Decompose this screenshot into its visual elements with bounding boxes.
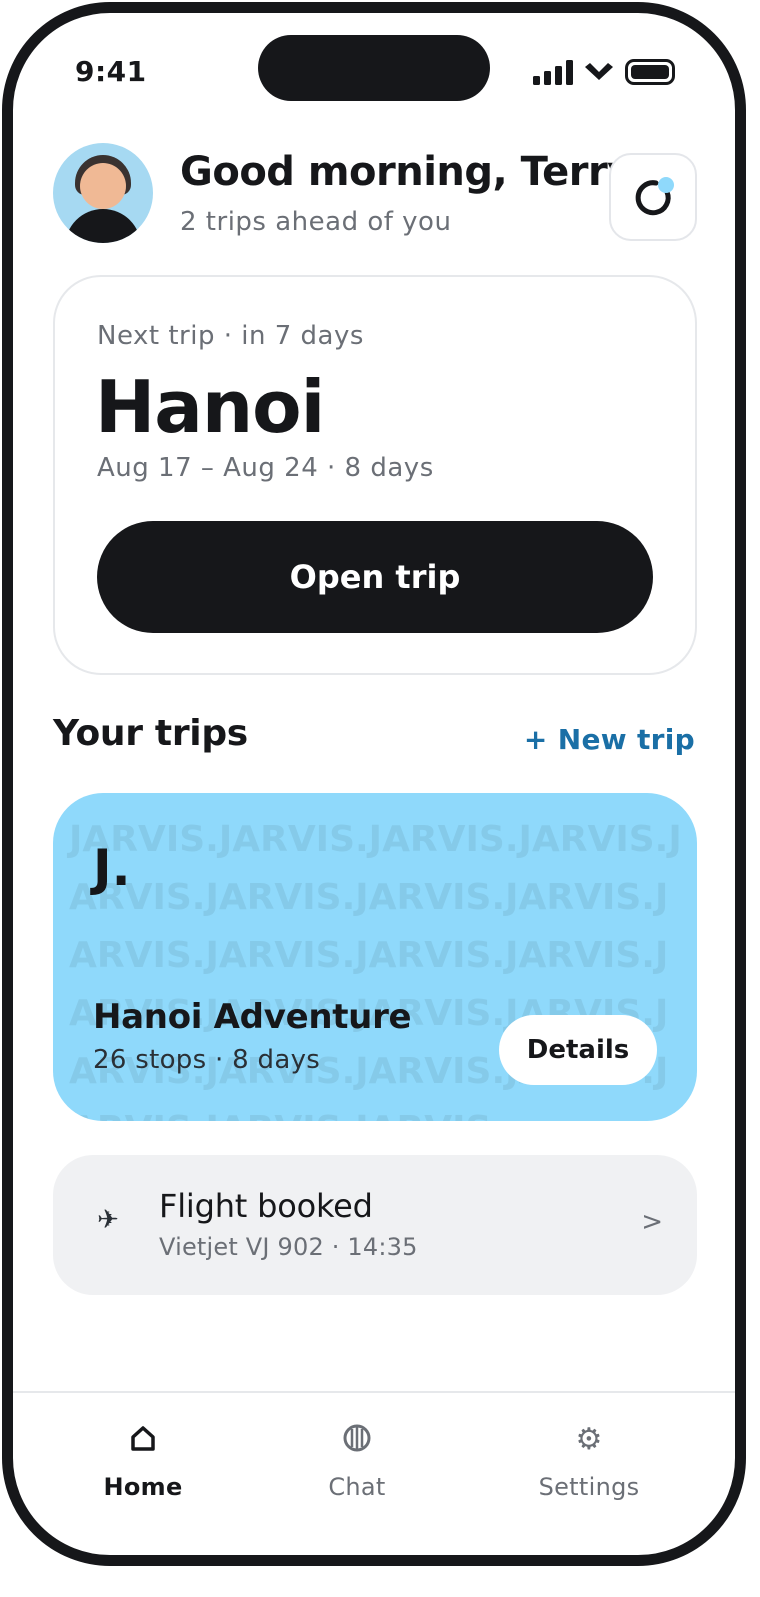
refresh-button[interactable] [609,153,697,241]
trip-card[interactable]: JARVIS.JARVIS.JARVIS.JARVIS.JARVIS.JARVI… [53,793,697,1121]
avatar[interactable] [53,143,153,243]
signal-icon [533,59,573,85]
chat-icon [267,1423,447,1457]
new-trip-link[interactable]: + New trip [524,723,695,756]
tab-settings-label: Settings [538,1473,640,1501]
status-bar: 9:41 [13,13,735,123]
battery-icon [625,59,675,85]
next-trip-label: Next trip · in 7 days [97,321,364,351]
home-icon [53,1423,233,1457]
greeting-title: Good morning, Terry [180,149,633,195]
flight-title: Flight booked [159,1187,373,1225]
chevron-right-icon: > [641,1207,663,1237]
tab-chat[interactable]: Chat [267,1423,447,1501]
tab-home-label: Home [103,1473,183,1501]
header: Good morning, Terry 2 trips ahead of you [53,141,697,245]
greeting-subtitle: 2 trips ahead of you [180,207,452,237]
refresh-icon [635,177,674,216]
flight-card[interactable]: ✈ Flight booked Vietjet VJ 902 · 14:35 > [53,1155,697,1295]
tab-settings[interactable]: ⚙ Settings [499,1422,679,1502]
gear-icon: ⚙ [575,1422,603,1457]
tab-bar: Home Chat ⚙ Settings [13,1391,735,1555]
tab-home[interactable]: Home [53,1423,233,1501]
phone-frame: 9:41 Good morning, Terry 2 trips ahead o… [2,2,746,1566]
trip-meta: 26 stops · 8 days [93,1045,321,1075]
plane-icon: ✈ [97,1205,119,1235]
next-trip-city: Hanoi [95,365,325,449]
open-trip-button[interactable]: Open trip [97,521,653,633]
your-trips-title: Your trips [53,713,248,754]
trip-name: Hanoi Adventure [93,997,412,1037]
brand-logo: J. [93,839,131,897]
flight-subtitle: Vietjet VJ 902 · 14:35 [159,1233,418,1261]
next-trip-card: Next trip · in 7 days Hanoi Aug 17 – Aug… [53,275,697,675]
dynamic-island [258,35,490,101]
details-button[interactable]: Details [499,1015,657,1085]
status-icons [533,59,675,85]
next-trip-dates: Aug 17 – Aug 24 · 8 days [97,453,434,483]
wifi-icon [585,63,613,80]
status-time: 9:41 [75,55,147,88]
tab-chat-label: Chat [328,1473,386,1501]
